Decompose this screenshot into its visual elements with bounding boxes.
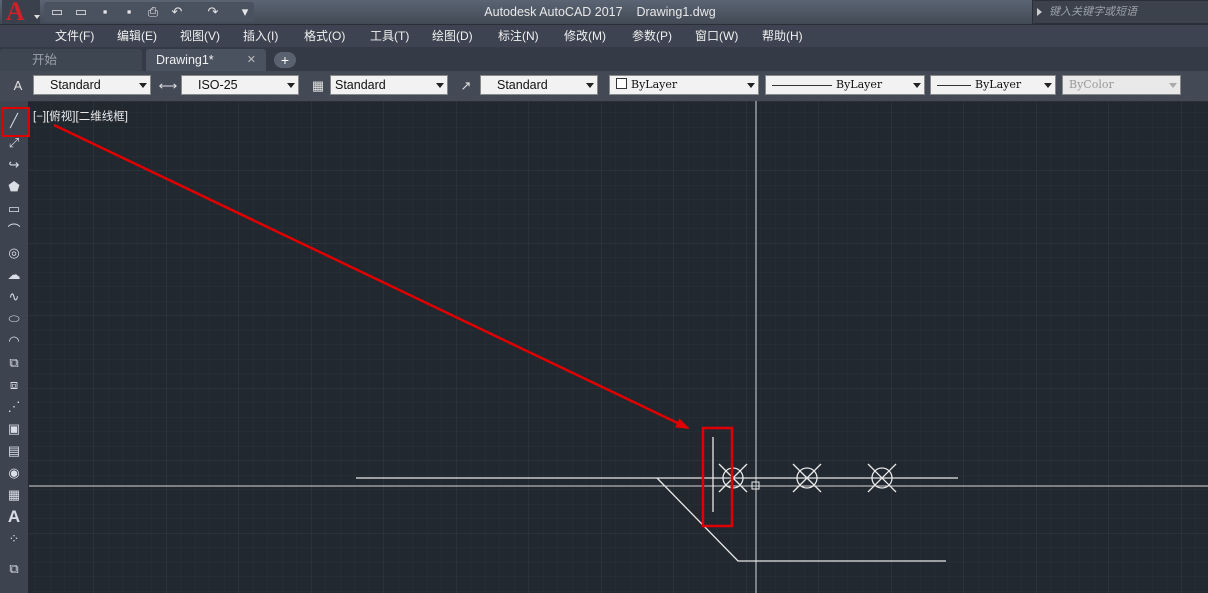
application-menu-button[interactable]: A xyxy=(2,0,40,26)
menu-format[interactable]: 格式(O) xyxy=(304,25,345,47)
menu-insert[interactable]: 插入(I) xyxy=(243,25,278,47)
dim-style-value: ISO-25 xyxy=(198,78,238,92)
insert-block-icon[interactable]: ⧉ xyxy=(3,353,25,373)
menu-edit[interactable]: 编辑(E) xyxy=(117,25,157,47)
text-style-dropdown[interactable]: Standard xyxy=(33,75,151,95)
tab-start[interactable]: 开始 xyxy=(0,49,142,71)
circle-icon[interactable]: ◎ xyxy=(3,243,25,263)
expand-arrow-icon[interactable] xyxy=(1037,8,1042,16)
gradient-icon[interactable]: ▤ xyxy=(3,441,25,461)
search-box[interactable] xyxy=(1032,0,1208,24)
menu-draw[interactable]: 绘图(D) xyxy=(432,25,473,47)
table-icon[interactable]: ▦ xyxy=(3,485,25,505)
redo-icon[interactable]: ↷ xyxy=(204,3,222,21)
file-tab-bar: 开始 Drawing1* ✕ + xyxy=(0,47,1208,71)
chevron-down-icon xyxy=(586,83,594,88)
table-style-dropdown[interactable]: Standard xyxy=(330,75,448,95)
lineweight-preview-icon xyxy=(937,84,971,86)
plot-style-dropdown: ByColor xyxy=(1062,75,1181,95)
menu-parameter[interactable]: 参数(P) xyxy=(632,25,672,47)
menu-view[interactable]: 视图(V) xyxy=(180,25,220,47)
hatch-icon[interactable]: ▣ xyxy=(3,419,25,439)
arc-icon[interactable]: ⌒ xyxy=(3,221,25,241)
extra-icon[interactable]: ⧉ xyxy=(3,559,25,579)
chevron-down-icon xyxy=(913,83,921,88)
point-icon[interactable]: ⋰ xyxy=(3,397,25,417)
search-input[interactable] xyxy=(1047,3,1208,21)
multiline-text-icon[interactable]: A xyxy=(3,507,25,527)
menu-bar: 文件(F) 编辑(E) 视图(V) 插入(I) 格式(O) 工具(T) 绘图(D… xyxy=(0,25,1208,47)
table-style-icon[interactable]: ▦ xyxy=(308,76,328,96)
chevron-down-icon xyxy=(287,83,295,88)
linetype-value: ByLayer xyxy=(836,78,883,91)
lineweight-dropdown[interactable]: ByLayer xyxy=(930,75,1056,95)
dim-style-dropdown[interactable]: ISO-25 xyxy=(181,75,299,95)
ellipse-arc-icon[interactable]: ◠ xyxy=(3,331,25,351)
text-style-value: Standard xyxy=(50,78,101,92)
draw-toolbar: ╱ ⤢ ↪ ⬟ ▭ ⌒ ◎ ☁ ∿ ⬭ ◠ ⧉ ⧈ ⋰ ▣ ▤ ◉ ▦ A ⁘ … xyxy=(0,101,29,593)
menu-dimension[interactable]: 标注(N) xyxy=(498,25,539,47)
save-icon[interactable]: ▪ xyxy=(96,3,114,21)
customize-icon[interactable]: ▾ xyxy=(236,3,254,21)
lineweight-value: ByLayer xyxy=(975,78,1022,91)
color-dropdown[interactable]: ByLayer xyxy=(609,75,759,95)
new-icon[interactable]: ▭ xyxy=(48,3,66,21)
tab-drawing1-label: Drawing1* xyxy=(156,53,214,67)
mleader-style-icon[interactable]: ↗ xyxy=(456,76,476,96)
mleader-style-value: Standard xyxy=(497,78,548,92)
menu-file[interactable]: 文件(F) xyxy=(55,25,94,47)
menu-window[interactable]: 窗口(W) xyxy=(695,25,738,47)
grid xyxy=(29,101,1208,593)
chevron-down-icon xyxy=(139,83,147,88)
chevron-down-icon xyxy=(436,83,444,88)
menu-modify[interactable]: 修改(M) xyxy=(564,25,606,47)
plot-icon[interactable]: ⎙ xyxy=(144,3,162,21)
menu-help[interactable]: 帮助(H) xyxy=(762,25,803,47)
linetype-preview-icon xyxy=(772,84,832,86)
chevron-down-icon xyxy=(747,83,755,88)
drawing-canvas[interactable] xyxy=(29,101,1208,593)
ellipse-icon[interactable]: ⬭ xyxy=(3,309,25,329)
add-selected-icon[interactable]: ⁘ xyxy=(3,529,25,549)
plot-style-value: ByColor xyxy=(1069,78,1114,91)
chevron-down-icon xyxy=(1169,83,1177,88)
dim-style-icon[interactable]: ⟷ xyxy=(158,76,178,96)
spline-icon[interactable]: ∿ xyxy=(3,287,25,307)
revision-cloud-icon[interactable]: ☁ xyxy=(3,265,25,285)
styles-toolbar: A Standard ⟷ ISO-25 ▦ Standard ↗ Standar… xyxy=(0,71,1208,102)
polygon-icon[interactable]: ⬟ xyxy=(3,177,25,197)
autocad-logo-icon: A xyxy=(6,0,25,26)
saveas-icon[interactable]: ▪ xyxy=(120,3,138,21)
chevron-down-icon xyxy=(1044,83,1052,88)
undo-icon[interactable]: ↶ xyxy=(168,3,186,21)
linetype-dropdown[interactable]: ByLayer xyxy=(765,75,925,95)
menu-tools[interactable]: 工具(T) xyxy=(370,25,409,47)
window-title: Autodesk AutoCAD 2017 Drawing1.dwg xyxy=(484,5,716,19)
new-tab-button[interactable]: + xyxy=(274,52,296,68)
open-icon[interactable]: ▭ xyxy=(72,3,90,21)
close-icon[interactable]: ✕ xyxy=(247,49,256,71)
color-swatch-icon xyxy=(616,78,627,89)
color-value: ByLayer xyxy=(631,78,678,91)
polyline-icon[interactable]: ↪ xyxy=(3,155,25,175)
table-style-value: Standard xyxy=(335,78,386,92)
rectangle-icon[interactable]: ▭ xyxy=(3,199,25,219)
highlight-box-line-tool xyxy=(2,107,30,137)
mleader-style-dropdown[interactable]: Standard xyxy=(480,75,598,95)
region-icon[interactable]: ◉ xyxy=(3,463,25,483)
text-style-icon[interactable]: A xyxy=(8,76,28,96)
make-block-icon[interactable]: ⧈ xyxy=(3,375,25,395)
tab-drawing1[interactable]: Drawing1* ✕ xyxy=(146,49,266,71)
viewport-controls[interactable]: [−][俯视][二维线框] xyxy=(33,108,128,124)
